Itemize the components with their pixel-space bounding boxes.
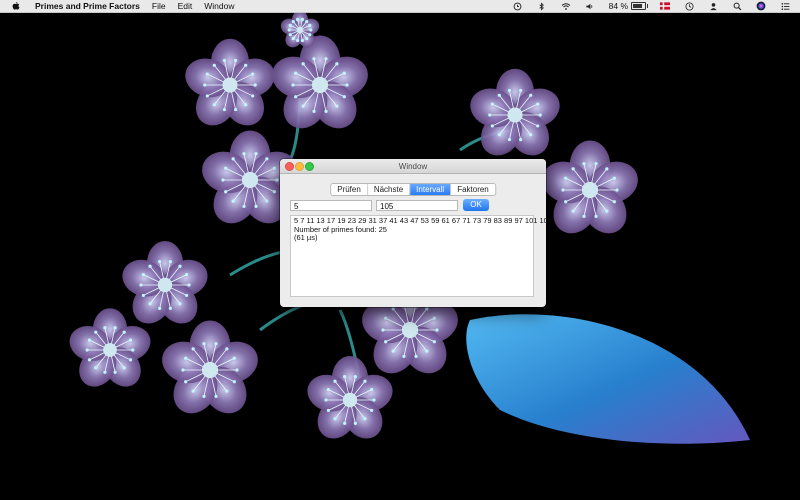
- app-window: Window Prüfen Nächste Intervall Faktoren…: [280, 159, 546, 307]
- tab-faktoren[interactable]: Faktoren: [451, 184, 495, 195]
- menu-file[interactable]: File: [152, 1, 166, 11]
- tab-intervall[interactable]: Intervall: [410, 184, 452, 195]
- menu-window[interactable]: Window: [204, 1, 234, 11]
- result-output[interactable]: 5 7 11 13 17 19 23 29 31 37 41 43 47 53 …: [290, 215, 546, 297]
- clock-icon[interactable]: [684, 1, 694, 11]
- notification-center-icon[interactable]: [780, 1, 790, 11]
- siri-icon[interactable]: [756, 1, 766, 11]
- keyboard-flag-icon[interactable]: [660, 1, 670, 11]
- time-machine-icon[interactable]: [513, 1, 523, 11]
- interval-start-input[interactable]: 5: [290, 200, 372, 211]
- bluetooth-icon[interactable]: [537, 1, 547, 11]
- spotlight-icon[interactable]: [732, 1, 742, 11]
- volume-icon[interactable]: [585, 1, 595, 11]
- battery-icon[interactable]: [631, 2, 648, 10]
- zoom-button[interactable]: [305, 162, 314, 171]
- wifi-icon[interactable]: [561, 1, 571, 11]
- timing-text: (61 µs): [294, 233, 318, 242]
- prime-count-text: Number of primes found: 25: [294, 224, 387, 234]
- tab-bar: Prüfen Nächste Intervall Faktoren: [330, 183, 496, 196]
- window-title: Window: [398, 161, 428, 171]
- app-name-menu[interactable]: Primes and Prime Factors: [35, 1, 140, 11]
- interval-end-input[interactable]: 105: [376, 200, 458, 211]
- battery-level-fill: [633, 4, 643, 8]
- close-button[interactable]: [285, 162, 294, 171]
- tab-pruefen[interactable]: Prüfen: [331, 184, 368, 195]
- menu-edit[interactable]: Edit: [178, 1, 193, 11]
- menu-bar: Primes and Prime Factors File Edit Windo…: [0, 0, 800, 13]
- battery-percentage[interactable]: 84 %: [609, 1, 628, 11]
- ok-button[interactable]: OK: [463, 199, 489, 211]
- minimize-button[interactable]: [295, 162, 304, 171]
- apple-menu-icon[interactable]: [11, 1, 21, 11]
- title-bar[interactable]: Window: [280, 159, 546, 174]
- tab-naechste[interactable]: Nächste: [367, 184, 411, 195]
- user-icon[interactable]: [708, 1, 718, 11]
